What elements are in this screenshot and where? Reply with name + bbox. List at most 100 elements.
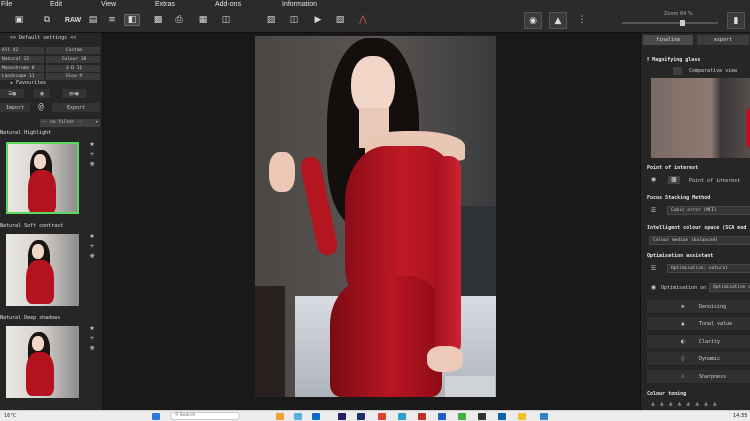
focus-stacking-heading: Focus Stacking Method bbox=[647, 195, 711, 201]
play-icon[interactable]: ▶ bbox=[311, 14, 325, 26]
windows-start-icon[interactable] bbox=[152, 413, 160, 420]
intelligent-colour-select[interactable]: Colour median (balanced) bbox=[649, 236, 750, 245]
favourites-row[interactable]: ★ Favourites bbox=[10, 80, 46, 86]
slideshow-icon[interactable]: ◫ bbox=[287, 14, 301, 26]
filter-custom[interactable]: Custom bbox=[46, 47, 100, 54]
tab-export[interactable]: export bbox=[697, 35, 749, 45]
filter-landscape[interactable]: Landscape 11 bbox=[0, 73, 44, 80]
app-icon[interactable] bbox=[458, 413, 466, 420]
image-canvas[interactable] bbox=[103, 33, 640, 410]
tonal-value-icon: ▲ bbox=[681, 320, 685, 327]
export-button[interactable]: Export bbox=[52, 103, 100, 112]
main-photo[interactable] bbox=[255, 36, 496, 397]
optimisation-on-select[interactable]: Optimisation o bbox=[709, 283, 750, 292]
zoom-slider[interactable] bbox=[622, 20, 718, 26]
list-view-icon: ☰▩ bbox=[8, 90, 16, 97]
app-icon[interactable] bbox=[438, 413, 446, 420]
magnifier-preview bbox=[651, 78, 750, 158]
preset-thumbnail[interactable] bbox=[6, 234, 79, 306]
gallery-icon[interactable]: ◧ bbox=[124, 14, 140, 26]
zoom-control: Zoom 64 % bbox=[618, 10, 724, 30]
optimisation-icon: ☰ bbox=[650, 265, 657, 272]
menu-view[interactable]: View bbox=[101, 1, 116, 8]
target-icon[interactable]: ◉ bbox=[649, 176, 658, 184]
preset-thumbnail[interactable] bbox=[6, 326, 79, 398]
preset-thumbnail[interactable] bbox=[6, 142, 79, 214]
app-icon[interactable] bbox=[276, 413, 284, 420]
info-icon[interactable]: ▧ bbox=[333, 14, 347, 26]
settings-icon[interactable]: ❋ bbox=[86, 161, 98, 171]
tool-tonal-value[interactable]: ▲ Tonal value bbox=[647, 317, 750, 331]
filter-all[interactable]: All 42 bbox=[0, 47, 44, 54]
print-icon[interactable]: ⎙ bbox=[172, 14, 186, 26]
filter-natural[interactable]: Natural 12 bbox=[0, 56, 44, 63]
at-icon[interactable]: @ bbox=[34, 102, 48, 112]
export-icon[interactable]: ▨ bbox=[264, 14, 278, 26]
favourite-star-icon[interactable]: ★ bbox=[86, 233, 98, 243]
app-icon[interactable] bbox=[498, 413, 506, 420]
app-icon[interactable] bbox=[294, 413, 302, 420]
grid-view-button[interactable]: ▦ bbox=[34, 89, 50, 98]
tab-finalise[interactable]: finalise bbox=[643, 35, 693, 45]
list-view-button[interactable]: ☰▩ bbox=[0, 89, 24, 98]
tool-sharpness[interactable]: ∴ Sharpness bbox=[647, 370, 750, 384]
raw-button[interactable]: RAW bbox=[64, 14, 82, 26]
app-icon[interactable] bbox=[398, 413, 406, 420]
favourite-star-icon[interactable]: ★ bbox=[86, 325, 98, 335]
tool-dynamic[interactable]: ◊ Dynamic bbox=[647, 352, 750, 366]
comparative-view-toggle[interactable] bbox=[673, 67, 682, 75]
save-icon[interactable]: ▩ bbox=[151, 14, 165, 26]
add-preset-button[interactable]: ▤+▩ bbox=[62, 89, 86, 98]
zoom-slider-knob[interactable] bbox=[680, 20, 685, 26]
app-icon[interactable] bbox=[540, 413, 548, 420]
magnifying-glass-heading[interactable]: 🠕 Magnifying glass bbox=[647, 57, 700, 65]
point-of-interest-button[interactable]: Point of interest bbox=[689, 178, 740, 188]
colour-toning-swatches[interactable]: ▲▲▲▲▲▲▲▲ bbox=[651, 401, 750, 407]
menu-file[interactable]: File bbox=[1, 1, 12, 8]
filter-colour[interactable]: Colour 10 bbox=[46, 56, 100, 63]
add-icon[interactable]: + bbox=[86, 335, 98, 345]
menu-extras[interactable]: Extras bbox=[155, 1, 175, 8]
app-icon[interactable] bbox=[357, 413, 365, 420]
filter-monochrome[interactable]: Monochrome 8 bbox=[0, 65, 44, 72]
library-icon[interactable]: ⧉ bbox=[40, 14, 54, 26]
batch-icon[interactable]: ▤ bbox=[86, 14, 100, 26]
grid-icon[interactable]: ▦ bbox=[196, 14, 210, 26]
import-button[interactable]: Import bbox=[0, 103, 30, 112]
app-icon[interactable] bbox=[478, 413, 486, 420]
menu-information[interactable]: Information bbox=[282, 1, 317, 8]
app-icon[interactable] bbox=[378, 413, 386, 420]
histogram-icon[interactable]: ⋀ bbox=[356, 14, 370, 26]
app-icon[interactable] bbox=[338, 413, 346, 420]
more-icon[interactable]: ⋮ bbox=[575, 14, 589, 26]
app-icon[interactable] bbox=[312, 413, 320, 420]
top-toolbar: File Edit View Extras Add-ons Informatio… bbox=[0, 0, 750, 33]
filter-select[interactable]: -- no filter -- ▾ bbox=[40, 119, 100, 127]
open-icon[interactable]: ▣ bbox=[12, 14, 26, 26]
favourite-star-icon[interactable]: ★ bbox=[86, 141, 98, 151]
settings-icon[interactable]: ❋ bbox=[86, 345, 98, 355]
weather-label[interactable]: 16°C bbox=[4, 413, 16, 419]
sliders-icon[interactable]: ≡ bbox=[105, 14, 119, 26]
eye-icon[interactable]: ◉ bbox=[524, 12, 542, 29]
focus-stacking-select[interactable]: Cubic error (MCE) bbox=[667, 206, 750, 215]
app-icon[interactable] bbox=[418, 413, 426, 420]
compare-icon[interactable]: ◫ bbox=[219, 14, 233, 26]
tool-denoising[interactable]: ❖ Denoising bbox=[647, 300, 750, 314]
menu-addons[interactable]: Add-ons bbox=[215, 1, 241, 8]
menu-edit[interactable]: Edit bbox=[50, 1, 62, 8]
split-view-icon[interactable]: ▲ bbox=[549, 12, 567, 29]
preset-panel-title: >> Default settings << bbox=[10, 35, 77, 41]
filter-3d[interactable]: 3-D 11 bbox=[46, 65, 100, 72]
tool-clarity[interactable]: ◐ Clarity bbox=[647, 335, 750, 349]
optimisation-select[interactable]: Optimisation: natural bbox=[667, 264, 750, 273]
taskbar-search[interactable]: ⚲ Search bbox=[170, 412, 240, 420]
fullscreen-icon[interactable]: ▮ bbox=[727, 12, 745, 29]
add-icon[interactable]: + bbox=[86, 151, 98, 161]
poi-picker-icon[interactable]: ▩ bbox=[668, 176, 680, 184]
app-icon[interactable] bbox=[518, 413, 526, 420]
favourites-label: Favourites bbox=[16, 80, 47, 86]
settings-icon[interactable]: ❋ bbox=[86, 253, 98, 263]
filter-glow[interactable]: Glow 9 bbox=[46, 73, 100, 80]
add-icon[interactable]: + bbox=[86, 243, 98, 253]
